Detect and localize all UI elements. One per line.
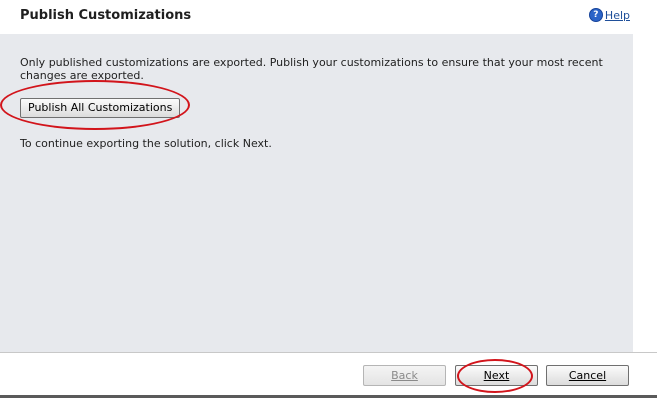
description-text: Only published customizations are export…: [20, 56, 603, 82]
header-bar: Publish Customizations ? Help: [0, 0, 657, 34]
next-button[interactable]: Next: [455, 365, 538, 386]
footer-bar: Back Next Cancel: [0, 353, 657, 398]
cancel-button[interactable]: Cancel: [546, 365, 629, 386]
back-button[interactable]: Back: [363, 365, 446, 386]
help-link[interactable]: ? Help: [588, 8, 630, 22]
help-label[interactable]: Help: [605, 9, 630, 22]
publish-all-customizations-button[interactable]: Publish All Customizations: [20, 98, 181, 118]
help-question-icon[interactable]: ?: [588, 8, 603, 22]
content-panel: Only published customizations are export…: [0, 34, 633, 352]
page-title: Publish Customizations: [20, 8, 192, 23]
continue-instruction-text: To continue exporting the solution, clic…: [20, 137, 272, 150]
